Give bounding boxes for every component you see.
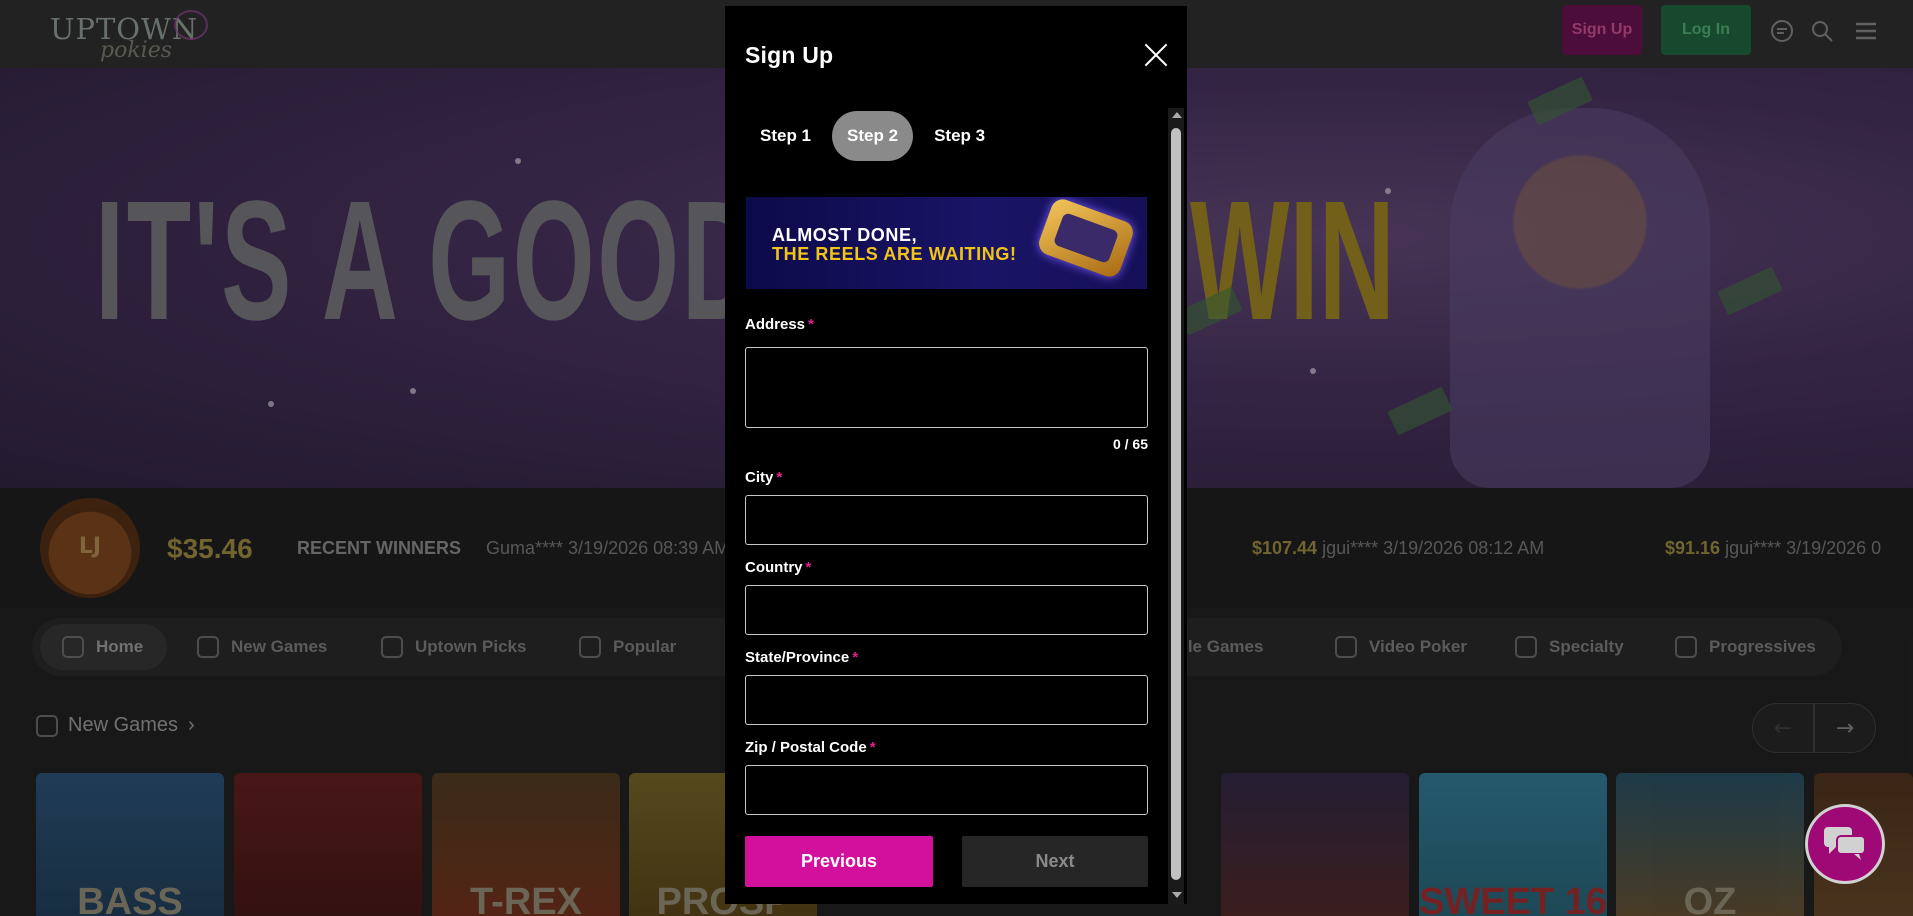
zip-field[interactable] [745,765,1148,815]
scrollbar-thumb[interactable] [1171,128,1181,880]
country-field[interactable] [745,585,1148,635]
scroll-down-arrow-icon[interactable] [1172,892,1182,898]
state-label: State/Province * [745,649,858,666]
city-label: City * [745,469,782,486]
banner-line-1: ALMOST DONE, [772,225,918,245]
slot-reel-icon [1035,197,1137,280]
step-1-tab[interactable]: Step 1 [745,111,826,161]
zip-input[interactable] [746,766,1147,814]
step-3-tab[interactable]: Step 3 [919,111,1000,161]
address-input[interactable] [746,348,1147,427]
promo-banner: ALMOST DONE, THE REELS ARE WAITING! [746,197,1147,289]
previous-button[interactable]: Previous [745,836,933,887]
country-input[interactable] [746,586,1147,634]
step-2-tab[interactable]: Step 2 [832,111,914,161]
required-mark: * [869,739,876,756]
city-input[interactable] [746,496,1147,544]
address-label: Address * [745,316,814,333]
close-icon[interactable] [1141,40,1171,70]
country-label: Country * [745,559,811,576]
required-mark: * [805,559,812,576]
modal-scrollbar[interactable] [1168,108,1184,904]
city-field[interactable] [745,495,1148,545]
required-mark: * [808,316,814,333]
step-tabs: Step 1 Step 2 Step 3 [745,111,1000,161]
modal-title: Sign Up [745,42,834,68]
required-mark: * [852,649,859,666]
state-label-text: State/Province [745,649,850,666]
signup-modal: Sign Up Step 1 Step 2 Step 3 ALMOST DONE… [725,6,1187,904]
scroll-up-arrow-icon[interactable] [1172,112,1182,118]
city-label-text: City [745,469,774,486]
address-label-text: Address [745,316,806,333]
state-input[interactable] [746,676,1147,724]
address-field[interactable] [745,347,1148,428]
banner-line-2: THE REELS ARE WAITING! [772,244,1017,264]
state-field[interactable] [745,675,1148,725]
country-label-text: Country [745,559,803,576]
next-button[interactable]: Next [962,836,1148,887]
required-mark: * [776,469,783,486]
zip-label-text: Zip / Postal Code [745,739,867,756]
address-char-counter: 0 / 65 [1112,436,1148,452]
zip-label: Zip / Postal Code * [745,739,876,756]
